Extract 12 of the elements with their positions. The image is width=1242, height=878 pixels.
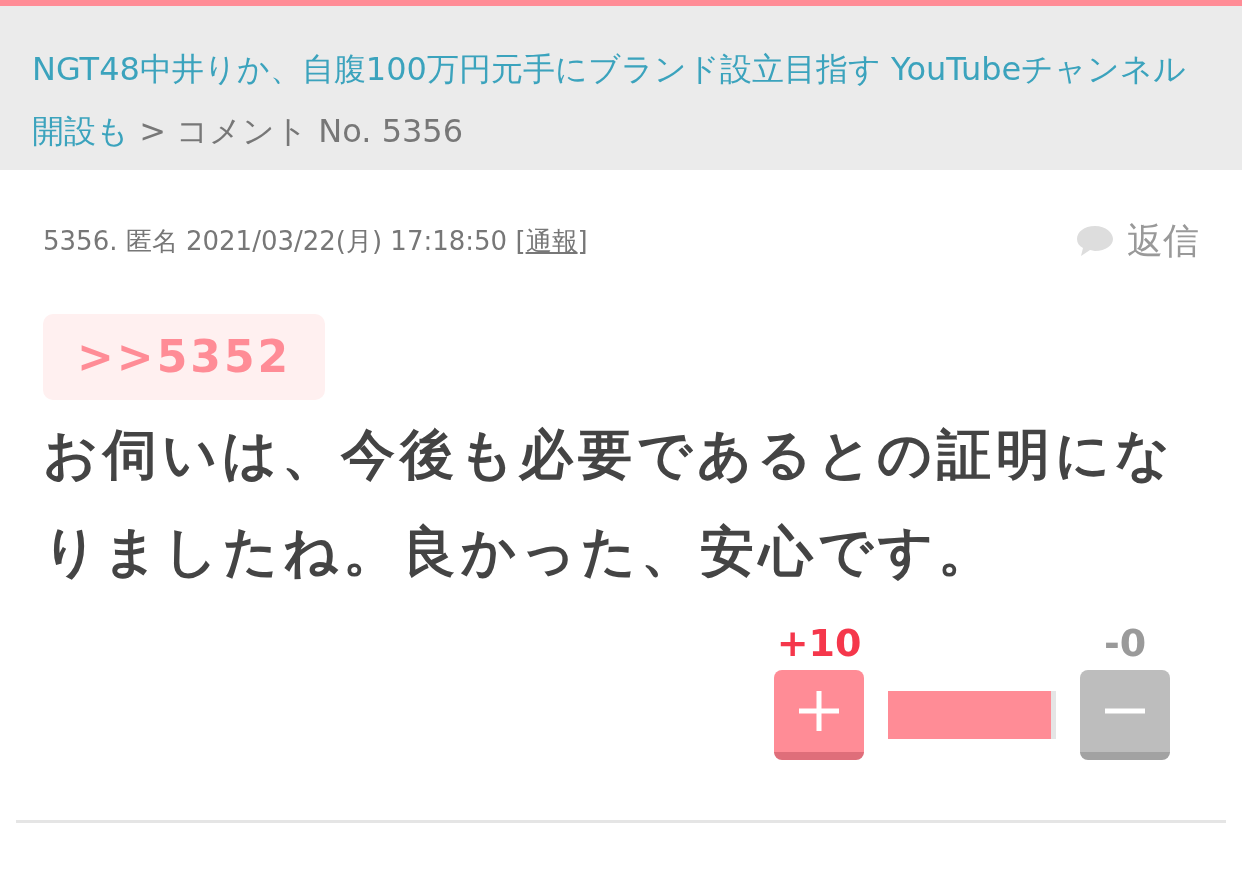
minus-count: -0 [1103,624,1147,662]
comment-body: お伺いは、今後も必要であるとの証明になりましたね。良かった、安心です。 [43,422,1176,585]
reply-button[interactable]: 返信 [1075,214,1199,268]
minus-icon [1103,706,1147,716]
reply-anchor[interactable]: >>5352 [43,314,326,400]
upvote-button[interactable] [774,670,864,760]
downvote-button[interactable] [1080,670,1170,760]
report-link[interactable]: 通報 [525,225,578,256]
plus-count: +10 [776,624,862,662]
speech-bubble-icon [1075,224,1115,258]
plus-icon [797,689,841,733]
comment-meta: 5356. 匿名 2021/03/22(月) 17:18:50 [通報] [43,224,588,258]
